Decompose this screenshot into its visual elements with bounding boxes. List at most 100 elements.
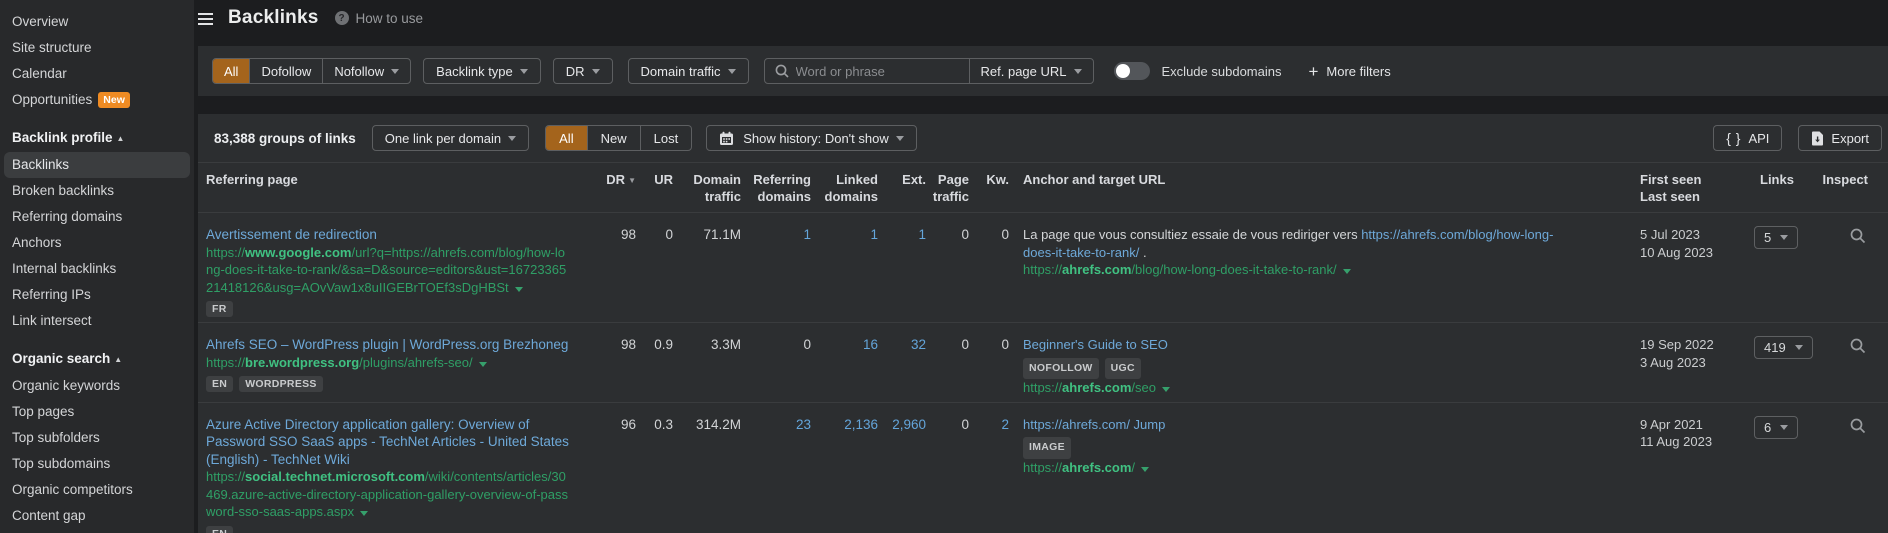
col-dr[interactable]: DR▼ bbox=[596, 171, 636, 205]
col-kw[interactable]: Kw. bbox=[969, 171, 1009, 205]
referring-domains-value[interactable]: 0 bbox=[741, 336, 811, 397]
sidebar-item-calendar[interactable]: Calendar bbox=[0, 61, 194, 87]
inspect-icon[interactable] bbox=[1850, 338, 1866, 354]
first-seen: 9 Apr 2021 bbox=[1640, 416, 1746, 434]
calendar-icon bbox=[719, 131, 734, 146]
anchor-badges: IMAGE bbox=[1023, 437, 1557, 459]
sidebar-item-link-intersect[interactable]: Link intersect bbox=[0, 308, 194, 334]
anchor-link[interactable]: Beginner's Guide to SEO bbox=[1023, 337, 1168, 352]
links-dropdown[interactable]: 6 bbox=[1754, 416, 1798, 439]
scope-lost[interactable]: Lost bbox=[640, 126, 692, 150]
sidebar-item-content-gap[interactable]: Content gap bbox=[0, 503, 194, 529]
ref-page-url-dropdown[interactable]: Ref. page URL bbox=[969, 59, 1093, 83]
sidebar-item-organic-search[interactable]: Organic search▲ bbox=[0, 346, 194, 373]
sidebar-item-site-structure[interactable]: Site structure bbox=[0, 35, 194, 61]
dr-value: 98 bbox=[596, 336, 636, 397]
badge-image: IMAGE bbox=[1023, 437, 1071, 459]
sidebar: OverviewSite structureCalendarOpportunit… bbox=[0, 0, 194, 533]
sidebar-item-organic-keywords[interactable]: Organic keywords bbox=[0, 373, 194, 399]
referring-page-title[interactable]: Avertissement de redirection bbox=[206, 226, 572, 244]
ext-value[interactable]: 1 bbox=[878, 226, 926, 317]
menu-icon[interactable] bbox=[198, 13, 218, 25]
referring-domains-value[interactable]: 1 bbox=[741, 226, 811, 317]
sidebar-item-organic-competitors[interactable]: Organic competitors bbox=[0, 477, 194, 503]
page-traffic-value: 0 bbox=[926, 416, 969, 533]
sidebar-item-broken-backlinks[interactable]: Broken backlinks bbox=[0, 178, 194, 204]
referring-page-title[interactable]: Ahrefs SEO – WordPress plugin | WordPres… bbox=[206, 336, 572, 354]
sidebar-item-internal-backlinks[interactable]: Internal backlinks bbox=[0, 256, 194, 282]
sidebar-item-backlinks[interactable]: Backlinks bbox=[4, 152, 190, 178]
table-row: Avertissement de redirection https://www… bbox=[198, 213, 1888, 323]
backlink-type-dropdown[interactable]: Backlink type bbox=[423, 58, 541, 84]
row-badges: ENWORDPRESS bbox=[206, 375, 572, 392]
filter-dofollow[interactable]: Dofollow bbox=[249, 59, 322, 83]
page-traffic-value: 0 bbox=[926, 226, 969, 317]
topbar: Backlinks ? How to use bbox=[194, 0, 1888, 36]
anchor-link[interactable]: https://ahrefs.com/ Jump bbox=[1023, 417, 1165, 432]
api-button[interactable]: { }API bbox=[1713, 125, 1782, 151]
referring-page-url[interactable]: https://www.google.com/url?q=https://ahr… bbox=[206, 244, 572, 297]
col-domain-traffic[interactable]: Domain traffic bbox=[673, 171, 741, 205]
inspect-icon[interactable] bbox=[1850, 418, 1866, 434]
scope-new[interactable]: New bbox=[587, 126, 640, 150]
col-ext[interactable]: Ext. bbox=[878, 171, 926, 205]
col-links[interactable]: Links bbox=[1746, 171, 1821, 205]
target-url[interactable]: https://ahrefs.com/seo bbox=[1023, 379, 1557, 397]
page-traffic-value: 0 bbox=[926, 336, 969, 397]
show-history-dropdown[interactable]: Show history: Don't show bbox=[706, 125, 917, 151]
referring-domains-value[interactable]: 23 bbox=[741, 416, 811, 533]
sidebar-item-top-subdomains[interactable]: Top subdomains bbox=[0, 451, 194, 477]
table-row: Ahrefs SEO – WordPress plugin | WordPres… bbox=[198, 323, 1888, 403]
links-cell: 419 bbox=[1746, 336, 1821, 397]
chevron-down-icon bbox=[508, 136, 516, 141]
links-dropdown[interactable]: 5 bbox=[1754, 226, 1798, 249]
filter-all[interactable]: All bbox=[213, 59, 249, 83]
sidebar-item-top-subfolders[interactable]: Top subfolders bbox=[0, 425, 194, 451]
target-url[interactable]: https://ahrefs.com/blog/how-long-does-it… bbox=[1023, 261, 1557, 279]
sidebar-item-opportunities[interactable]: OpportunitiesNew bbox=[0, 87, 194, 113]
url-expand-icon bbox=[515, 287, 523, 292]
col-first-seen[interactable]: First seen Last seen bbox=[1631, 171, 1746, 205]
sidebar-item-anchors[interactable]: Anchors bbox=[0, 230, 194, 256]
col-anchor[interactable]: Anchor and target URL bbox=[1009, 171, 1631, 205]
ext-value[interactable]: 2,960 bbox=[878, 416, 926, 533]
results-count: 83,388 groups of links bbox=[214, 131, 356, 146]
referring-page-url[interactable]: https://social.technet.microsoft.com/wik… bbox=[206, 468, 572, 521]
last-seen: 10 Aug 2023 bbox=[1640, 244, 1746, 262]
more-filters-button[interactable]: +More filters bbox=[1308, 63, 1390, 80]
sidebar-item-top-pages[interactable]: Top pages bbox=[0, 399, 194, 425]
one-link-per-domain-dropdown[interactable]: One link per domain bbox=[372, 125, 529, 151]
col-ur[interactable]: UR bbox=[636, 171, 673, 205]
col-page-traffic[interactable]: Page traffic bbox=[926, 171, 969, 205]
referring-page-url[interactable]: https://bre.wordpress.org/plugins/ahrefs… bbox=[206, 354, 572, 372]
links-dropdown[interactable]: 419 bbox=[1754, 336, 1813, 359]
search-icon bbox=[775, 64, 789, 78]
filter-nofollow[interactable]: Nofollow bbox=[322, 59, 410, 83]
col-linked-domains[interactable]: Linked domains bbox=[811, 171, 878, 205]
linked-domains-value[interactable]: 1 bbox=[811, 226, 878, 317]
col-referring-domains[interactable]: Referring domains bbox=[741, 171, 811, 205]
anchor-cell: Beginner's Guide to SEO NOFOLLOWUGC http… bbox=[1009, 336, 1631, 397]
ext-value[interactable]: 32 bbox=[878, 336, 926, 397]
chevron-up-icon: ▲ bbox=[114, 355, 122, 364]
sidebar-item-backlink-profile[interactable]: Backlink profile▲ bbox=[0, 125, 194, 152]
dr-dropdown[interactable]: DR bbox=[553, 58, 613, 84]
follow-filter: All Dofollow Nofollow bbox=[212, 58, 411, 84]
last-seen: 11 Aug 2023 bbox=[1640, 433, 1746, 451]
exclude-subdomains-toggle[interactable] bbox=[1114, 62, 1150, 80]
target-url[interactable]: https://ahrefs.com/ bbox=[1023, 459, 1557, 477]
domain-traffic-dropdown[interactable]: Domain traffic bbox=[628, 58, 749, 84]
search-input[interactable] bbox=[796, 64, 969, 79]
inspect-icon[interactable] bbox=[1850, 228, 1866, 244]
export-button[interactable]: Export bbox=[1798, 125, 1882, 151]
sidebar-item-referring-domains[interactable]: Referring domains bbox=[0, 204, 194, 230]
linked-domains-value[interactable]: 2,136 bbox=[811, 416, 878, 533]
col-referring-page[interactable]: Referring page bbox=[198, 171, 596, 205]
scope-all[interactable]: All bbox=[546, 126, 586, 150]
sidebar-item-referring-ips[interactable]: Referring IPs bbox=[0, 282, 194, 308]
how-to-use[interactable]: ? How to use bbox=[335, 11, 424, 26]
referring-page-title[interactable]: Azure Active Directory application galle… bbox=[206, 416, 572, 469]
sidebar-item-overview[interactable]: Overview bbox=[0, 9, 194, 35]
chevron-down-icon bbox=[520, 69, 528, 74]
linked-domains-value[interactable]: 16 bbox=[811, 336, 878, 397]
